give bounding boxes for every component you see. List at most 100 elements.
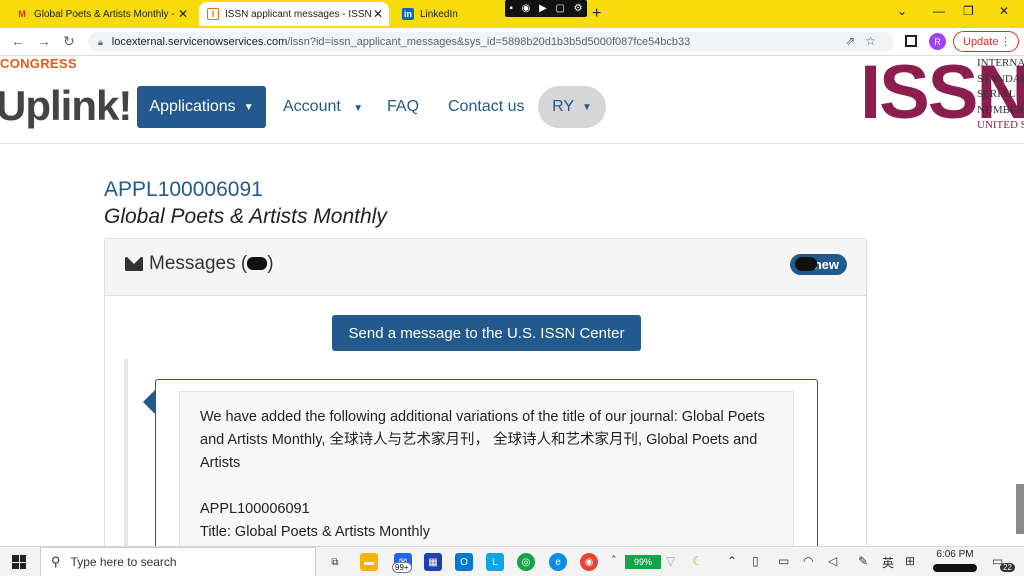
windows-start-icon[interactable] xyxy=(12,555,26,569)
close-tab-icon[interactable]: ✕ xyxy=(373,7,383,21)
org-label: CONGRESS xyxy=(0,56,77,71)
close-tab-icon[interactable]: ✕ xyxy=(178,7,188,21)
volume-icon[interactable]: ◁ xyxy=(828,554,837,568)
message-pointer xyxy=(143,390,155,414)
notification-count: 22 xyxy=(1000,563,1015,572)
redacted-badge-count xyxy=(795,257,817,271)
wifi-icon[interactable]: ◠ xyxy=(803,554,813,568)
nav-contact-link[interactable]: Contact us xyxy=(448,98,524,116)
tab-title: LinkedIn xyxy=(420,8,458,20)
video-icon[interactable]: ▶ xyxy=(539,3,547,14)
battery-tray-icon[interactable]: ▭ xyxy=(778,554,789,568)
system-clock[interactable]: 6:06 PM xyxy=(933,549,977,572)
windows-taskbar: ⚲ Type here to search ⧉ ▬ ✉ 99+ ▦ O L ◎ … xyxy=(0,546,1024,576)
issn-favicon-icon: I xyxy=(207,8,219,20)
more-menu-icon[interactable]: ⋮ xyxy=(1000,35,1011,48)
address-bar[interactable]: 🔒︎ locexternal.servicenowservices.com/is… xyxy=(88,32,894,52)
tab-gmail[interactable]: M Global Poets & Artists Monthly - ✕ xyxy=(8,2,194,26)
lock-icon[interactable]: 🔒︎ xyxy=(98,37,103,48)
weather-moon-icon[interactable]: ☾ xyxy=(692,554,703,568)
store-icon[interactable]: ▦ xyxy=(424,553,442,571)
redacted-date xyxy=(933,564,977,572)
taskbar-search-input[interactable]: ⚲ Type here to search xyxy=(40,547,316,576)
chrome-alt-icon[interactable]: ◎ xyxy=(517,553,535,571)
nav-faq-link[interactable]: FAQ xyxy=(387,98,419,116)
issn-line: INTERNA xyxy=(977,57,1024,69)
tab-title: Global Poets & Artists Monthly - xyxy=(34,8,175,20)
edge-icon[interactable]: e xyxy=(549,553,567,571)
reload-icon[interactable]: ↻ xyxy=(63,33,75,50)
messages-heading-suffix: ) xyxy=(267,253,274,274)
filter-icon[interactable]: ▽ xyxy=(666,554,675,568)
messages-panel: Messages () new Send a message to the U.… xyxy=(104,238,867,561)
outlook-icon[interactable]: O xyxy=(455,553,473,571)
update-button[interactable]: Update ⋮ xyxy=(953,31,1019,52)
issn-org-name: INTERNA STANDAR SERIAL NUMBER UNITED S xyxy=(977,56,1024,134)
site-header: CONGRESS Uplink! Applications ▼ Account … xyxy=(0,55,1024,144)
messages-heading: Messages () xyxy=(149,253,274,275)
maximize-icon[interactable]: ❐ xyxy=(963,4,974,18)
send-message-button[interactable]: Send a message to the U.S. ISSN Center xyxy=(332,315,641,351)
chrome-icon[interactable]: ◉ xyxy=(580,553,598,571)
profile-avatar[interactable]: R xyxy=(929,33,946,50)
new-tab-button[interactable]: + xyxy=(592,5,601,23)
overflow-chevron-icon[interactable]: ⌃ xyxy=(610,554,618,565)
search-icon: ⚲ xyxy=(51,554,61,569)
issn-line: SERIAL xyxy=(977,88,1016,100)
back-arrow-icon[interactable]: ← xyxy=(11,33,25,49)
new-messages-badge: new xyxy=(790,254,847,275)
ime-mode-icon[interactable]: ⊞ xyxy=(905,554,915,568)
task-view-icon[interactable]: ⧉ xyxy=(326,553,344,571)
close-window-icon[interactable]: ✕ xyxy=(999,4,1009,18)
scrollbar-thumb[interactable] xyxy=(1016,484,1024,534)
app-l-icon[interactable]: L xyxy=(486,553,504,571)
pin-icon[interactable]: ▪ xyxy=(509,3,513,14)
minimize-icon[interactable]: — xyxy=(933,4,945,18)
tab-issn-messages[interactable]: I ISSN applicant messages - ISSN ✕ xyxy=(199,2,389,26)
linkedin-icon: in xyxy=(402,8,414,20)
nav-account-label: Account xyxy=(283,98,341,115)
device-icon[interactable]: ▯ xyxy=(752,554,759,568)
tab-search-chevron-icon[interactable]: ⌄ xyxy=(897,4,907,18)
uplink-logo[interactable]: Uplink! xyxy=(0,82,132,130)
caret-down-icon: ▼ xyxy=(243,101,254,113)
redacted-count xyxy=(247,257,268,271)
file-explorer-icon[interactable]: ▬ xyxy=(360,553,378,571)
ime-language[interactable]: 英 xyxy=(882,554,894,571)
journal-title: Global Poets & Artists Monthly xyxy=(104,205,387,228)
message-text: We have added the following additional v… xyxy=(200,409,765,471)
caret-down-icon: ▼ xyxy=(582,101,592,113)
side-panel-icon[interactable] xyxy=(905,35,917,47)
share-bookmark-icons[interactable]: ⇗☆ xyxy=(845,34,886,48)
camera-icon[interactable]: ◉ xyxy=(522,3,531,14)
settings-gear-icon[interactable]: ⚙ xyxy=(574,3,583,14)
nav-account-dropdown[interactable]: Account ▼ xyxy=(283,98,363,116)
tab-title: ISSN applicant messages - ISSN xyxy=(225,8,372,20)
pen-icon[interactable]: ✎ xyxy=(858,554,868,568)
window-icon[interactable]: ▢ xyxy=(556,3,565,14)
timeline-line xyxy=(124,359,128,559)
caret-down-icon: ▼ xyxy=(353,103,364,114)
message-body: We have added the following additional v… xyxy=(179,391,794,561)
mail-badge: 99+ xyxy=(392,562,412,573)
nav-applications-label: Applications xyxy=(149,98,236,115)
issn-line: STANDAR xyxy=(977,72,1024,85)
nav-applications-dropdown[interactable]: Applications ▼ xyxy=(137,86,266,128)
issn-line: NUMBER xyxy=(977,103,1024,116)
update-label: Update xyxy=(963,35,999,48)
battery-indicator[interactable]: 99% xyxy=(625,555,661,569)
clock-time: 6:06 PM xyxy=(936,549,974,560)
message-spacer xyxy=(200,475,773,498)
nav-user-menu[interactable]: RY ▼ xyxy=(538,86,606,128)
forward-arrow-icon[interactable]: → xyxy=(37,33,51,49)
url-host: locexternal.servicenowservices.com xyxy=(111,36,288,48)
tab-linkedin[interactable]: in LinkedIn xyxy=(394,2,504,26)
tray-chevron-icon[interactable]: ⌃ xyxy=(727,554,737,568)
message-text: Title: Global Poets & Artists Monthly xyxy=(200,524,430,540)
application-id: APPL100006091 xyxy=(104,178,263,201)
gmail-icon: M xyxy=(18,9,26,19)
screen-capture-toolbar[interactable]: ▪ ◉ ▶ ▢ ⚙ xyxy=(505,0,587,17)
envelope-icon xyxy=(125,257,143,271)
messages-panel-header: Messages () new xyxy=(105,239,866,296)
messages-heading-prefix: Messages ( xyxy=(149,253,248,274)
